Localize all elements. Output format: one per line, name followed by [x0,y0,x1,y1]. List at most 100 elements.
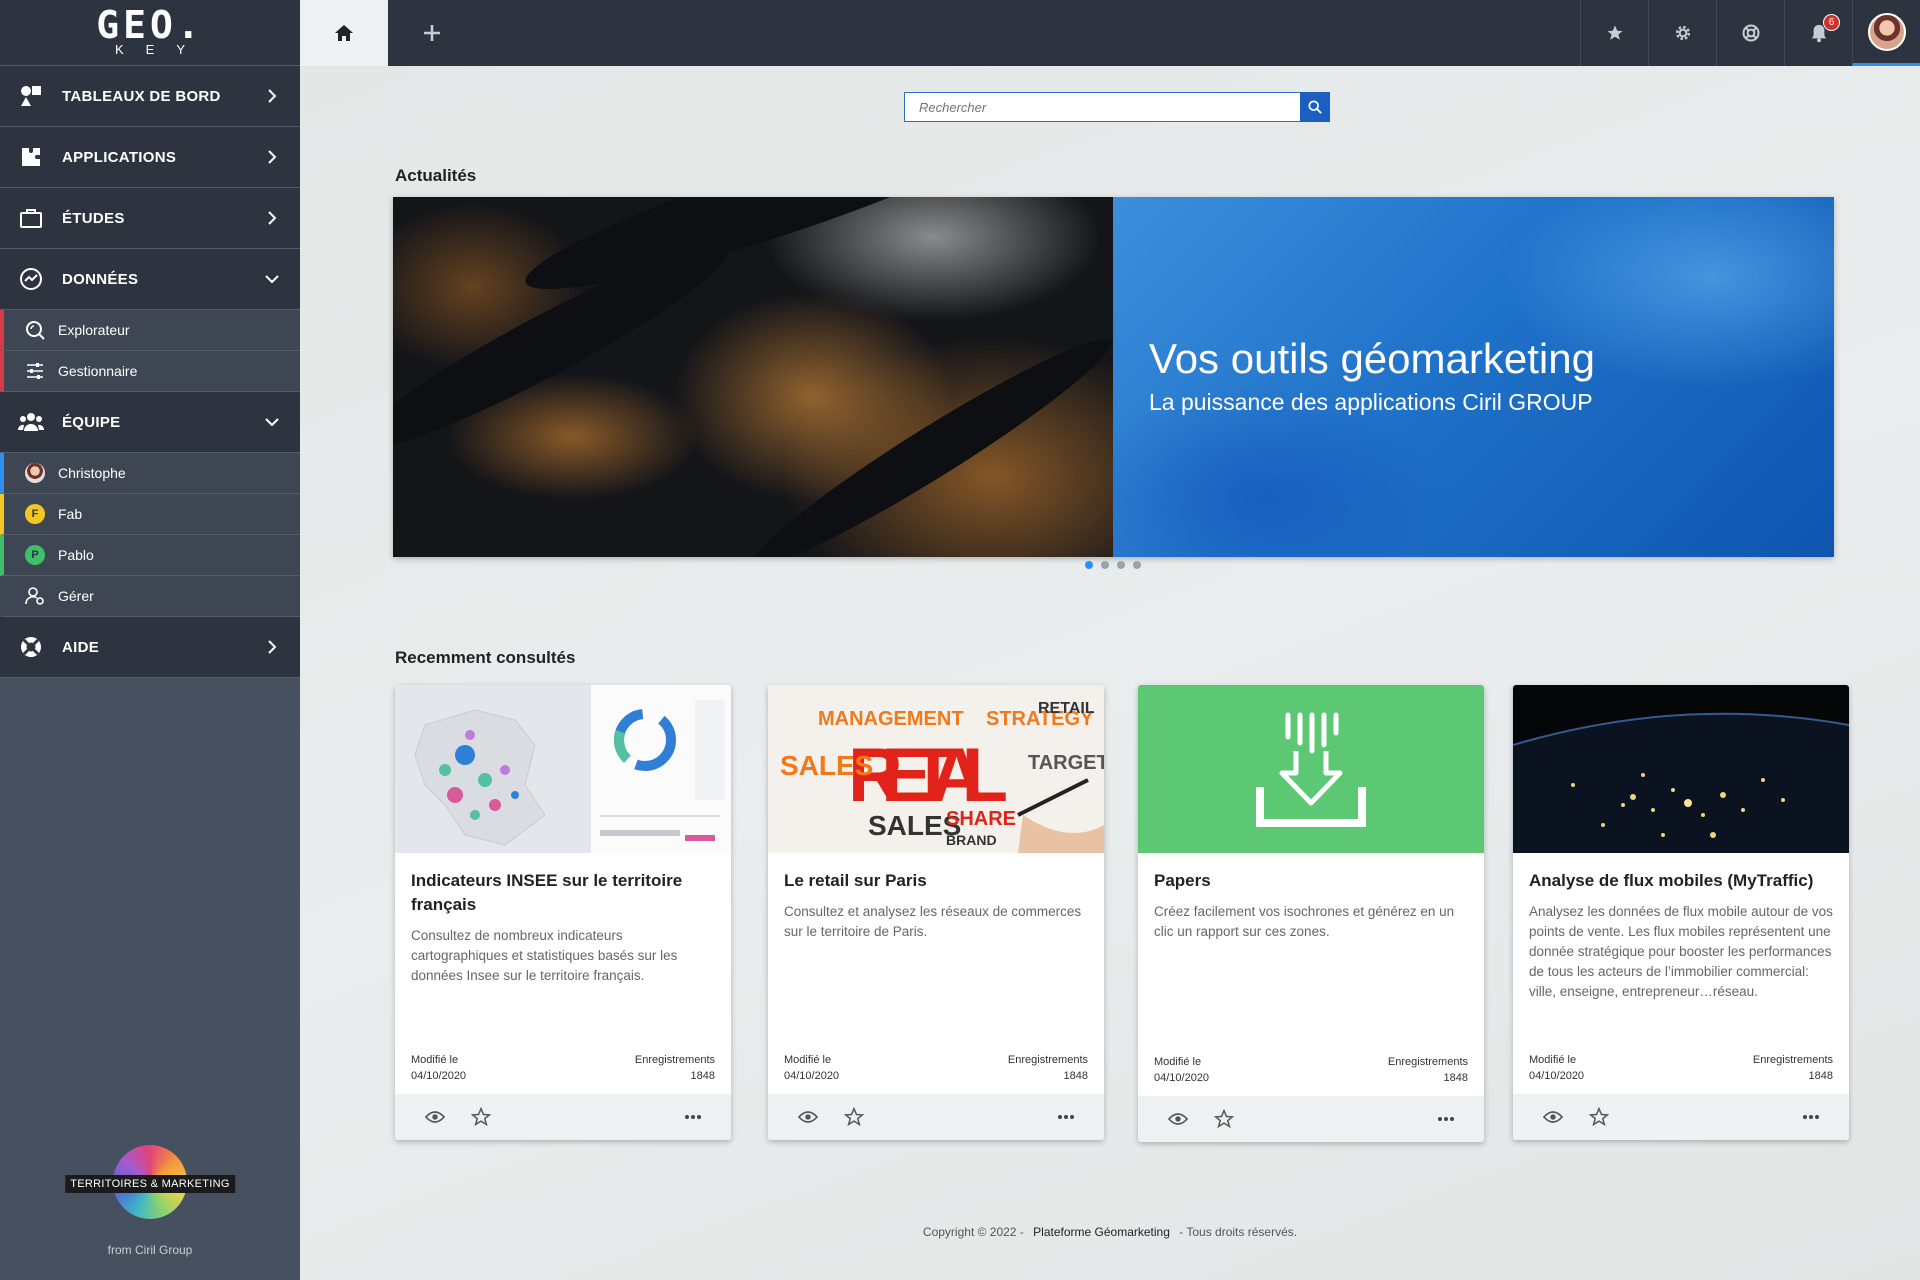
brand-logo: TERRITOIRES & MARKETING [65,1145,235,1219]
card-title: Papers [1154,871,1211,890]
card-actions [768,1094,1104,1140]
help-button[interactable] [1716,0,1784,66]
wordcloud-sales: SALES [780,750,873,781]
insee-dashboard-thumbnail [395,685,731,853]
sidebar-subitem-gestionnaire[interactable]: Gestionnaire [0,351,300,392]
favorite-button[interactable] [1212,1107,1236,1131]
card-title: Analyse de flux mobiles (MyTraffic) [1529,871,1814,890]
records-count: 1848 [1808,1070,1833,1082]
sidebar-subitem-christophe[interactable]: Christophe [0,453,300,494]
card-description: Consultez de nombreux indicateurs cartog… [411,928,678,983]
sidebar-item-equipe[interactable]: ÉQUIPE [0,392,300,453]
sidebar-item-label: AIDE [62,638,100,656]
modified-date: 04/10/2020 [411,1070,467,1082]
recent-card-insee[interactable]: Indicateurs INSEE sur le territoire fran… [395,685,731,1140]
recent-card-papers[interactable]: Papers Créez facilement vos isochrones e… [1138,685,1484,1142]
chevron-right-icon [264,88,280,104]
view-button[interactable] [423,1105,447,1129]
card-meta: Modifié le 04/10/2020 Enregistrements 1848 [1154,1054,1468,1086]
sidebar-subitem-gerer[interactable]: Gérer [0,576,300,617]
territoires-marketing-brand: TERRITOIRES & MARKETING from Ciril Group [0,1145,300,1257]
records-count: 1848 [690,1070,715,1082]
modified-date: 04/10/2020 [784,1070,840,1082]
eye-icon [1543,1111,1563,1123]
footer-rights: - Tous droits réservés. [1179,1225,1298,1239]
geokey-logo[interactable]: GEO. KEY [0,0,300,66]
card-title: Le retail sur Paris [784,871,927,890]
recent-card-mytraffic[interactable]: Analyse de flux mobiles (MyTraffic) Anal… [1513,685,1849,1140]
sidebar-item-label: ÉQUIPE [62,413,121,431]
modified-date: 04/10/2020 [1154,1072,1210,1084]
carousel-dot-1[interactable] [1085,561,1093,569]
search-input[interactable] [904,92,1300,122]
blue-map-slide: Vos outils géomarketing La puissance des… [1113,197,1834,557]
search-button[interactable] [1300,92,1330,122]
download-tray-icon [1256,712,1366,827]
sidebar-subitem-pablo[interactable]: P Pablo [0,535,300,576]
more-horizontal-icon [1438,1117,1454,1121]
favorite-button[interactable] [842,1105,866,1129]
carousel-dot-2[interactable] [1101,561,1109,569]
card-title: Indicateurs INSEE sur le territoire fran… [411,871,683,914]
wordcloud-brand: BRAND [946,832,997,848]
view-button[interactable] [1541,1105,1565,1129]
sidebar-item-aide[interactable]: AIDE [0,617,300,678]
view-button[interactable] [1166,1107,1190,1131]
news-section-title: Actualités [395,166,477,185]
modified-label: Modifié le [784,1054,832,1066]
carousel-dot-4[interactable] [1133,561,1141,569]
puzzle-icon [18,144,44,170]
lifebuoy-icon [18,634,44,660]
more-options-button[interactable] [1054,1105,1078,1129]
star-outline-icon [471,1107,491,1127]
news-carousel[interactable]: Vos outils géomarketing La puissance des… [393,197,1834,557]
modified-label: Modifié le [1529,1054,1577,1066]
river-shape [741,319,1125,557]
notifications-button[interactable]: 6 [1784,0,1852,66]
papers-thumbnail [1138,685,1484,853]
sidebar-item-donnees[interactable]: DONNÉES [0,249,300,310]
search-bar [904,92,1330,122]
sidebar-item-label: DONNÉES [62,270,139,288]
user-profile-button[interactable] [1852,0,1920,66]
logo-sub-text: KEY [114,41,207,57]
sidebar-item-etudes[interactable]: ÉTUDES [0,188,300,249]
favorite-button[interactable] [1587,1105,1611,1129]
favorite-button[interactable] [469,1105,493,1129]
view-button[interactable] [796,1105,820,1129]
favorites-button[interactable] [1580,0,1648,66]
sidebar-subitem-label: Fab [58,506,83,522]
carousel-pagination [1085,561,1141,569]
more-options-button[interactable] [1434,1107,1458,1131]
carousel-dot-3[interactable] [1117,561,1125,569]
sidebar-subitem-fab[interactable]: F Fab [0,494,300,535]
footer-platform-link[interactable]: Plateforme Géomarketing [1033,1225,1170,1239]
sidebar-subitem-explorateur[interactable]: Explorateur [0,310,300,351]
card-body: Indicateurs INSEE sur le territoire fran… [395,853,731,1094]
card-description: Analysez les données de flux mobile auto… [1529,904,1833,999]
user-initial-badge: P [24,544,46,566]
sidebar-item-tableaux-de-bord[interactable]: TABLEAUX DE BORD [0,66,300,127]
card-meta: Modifié le 04/10/2020 Enregistrements 1848 [784,1052,1088,1084]
recent-card-retail-paris[interactable]: RETAIL MANAGEMENT STRATEGY SALES TARGET … [768,685,1104,1140]
add-button[interactable] [388,0,476,66]
logo-main-text: GEO. [96,2,204,47]
sliders-icon [24,360,46,382]
star-outline-icon [1214,1109,1234,1129]
gear-icon [1675,25,1690,41]
more-options-button[interactable] [1799,1105,1823,1129]
home-button[interactable] [300,0,388,66]
star-outline-icon [844,1107,864,1127]
sidebar-item-applications[interactable]: APPLICATIONS [0,127,300,188]
top-bar: 6 [300,0,1920,66]
chevron-right-icon [264,149,280,165]
sidebar-item-label: TABLEAUX DE BORD [62,87,221,105]
footer-copyright: Copyright © 2022 - [922,1225,1024,1239]
more-options-button[interactable] [681,1105,705,1129]
modified-label: Modifié le [1154,1056,1202,1068]
settings-button[interactable] [1648,0,1716,66]
earth-night-thumbnail [1513,685,1849,853]
records-label: Enregistrements [1387,1056,1468,1068]
wordcloud-management: MANAGEMENT [818,708,964,730]
eye-icon [1168,1113,1188,1125]
